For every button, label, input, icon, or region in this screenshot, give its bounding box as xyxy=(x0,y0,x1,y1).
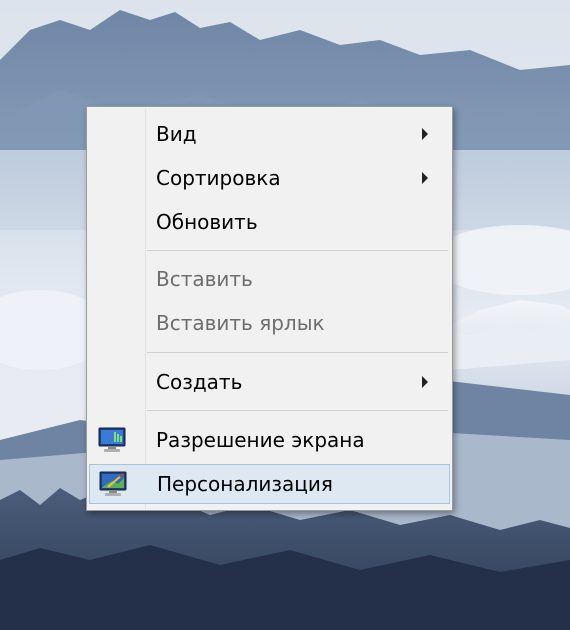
menu-item-refresh[interactable]: Обновить xyxy=(89,202,450,242)
menu-separator xyxy=(147,352,448,353)
monitor-resolution-icon xyxy=(97,425,127,455)
submenu-arrow-icon xyxy=(422,172,428,184)
menu-item-label: Обновить xyxy=(156,210,258,234)
menu-item-label: Персонализация xyxy=(157,472,333,496)
menu-separator xyxy=(147,250,448,251)
menu-item-sort[interactable]: Сортировка xyxy=(89,158,450,198)
menu-item-label: Разрешение экрана xyxy=(156,428,365,452)
menu-item-personalize[interactable]: Персонализация xyxy=(89,464,450,504)
menu-separator xyxy=(147,410,448,411)
desktop-context-menu: Вид Сортировка Обновить Вставить Вставит… xyxy=(86,106,453,511)
menu-item-new[interactable]: Создать xyxy=(89,362,450,402)
menu-item-label: Вставить xyxy=(156,267,253,291)
submenu-arrow-icon xyxy=(422,376,428,388)
menu-item-label: Создать xyxy=(156,370,243,394)
menu-item-label: Сортировка xyxy=(156,166,281,190)
menu-item-paste[interactable]: Вставить xyxy=(89,259,450,299)
monitor-personalize-icon xyxy=(98,469,128,499)
menu-item-label: Вид xyxy=(156,122,197,146)
menu-item-screen-resolution[interactable]: Разрешение экрана xyxy=(89,420,450,460)
menu-item-paste-shortcut[interactable]: Вставить ярлык xyxy=(89,303,450,343)
menu-item-label: Вставить ярлык xyxy=(156,311,325,335)
submenu-arrow-icon xyxy=(422,128,428,140)
menu-item-view[interactable]: Вид xyxy=(89,114,450,154)
